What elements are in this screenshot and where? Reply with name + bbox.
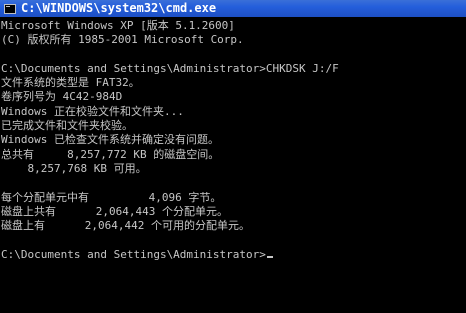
title-bar[interactable]: C:\WINDOWS\system32\cmd.exe — [0, 0, 466, 17]
console-line: 磁盘上共有 2,064,443 个分配单元。 — [1, 204, 228, 218]
console-line: 已完成文件和文件夹校验。 — [1, 119, 133, 133]
console-icon — [4, 3, 16, 14]
console-line: Windows 已检查文件系统并确定没有问题。 — [1, 133, 219, 147]
console-line: Microsoft Windows XP [版本 5.1.2600] — [1, 19, 235, 32]
console-line: 磁盘上有 2,064,442 个可用的分配单元。 — [1, 219, 250, 233]
console-line: 卷序列号为 4C42-984D — [1, 90, 123, 104]
console-line: 文件系统的类型是 FAT32。 — [1, 76, 140, 90]
text-cursor — [266, 255, 273, 258]
window-title: C:\WINDOWS\system32\cmd.exe — [21, 1, 217, 15]
console-line: Windows 正在校验文件和文件夹... — [1, 104, 184, 118]
console-line: (C) 版权所有 1985-2001 Microsoft Corp. — [1, 33, 244, 47]
console-line: 总共有 8,257,772 KB 的磁盘空间。 — [1, 147, 220, 161]
console-line: 8,257,768 KB 可用。 — [1, 161, 147, 175]
console-line: 每个分配单元中有 4,096 字节。 — [1, 190, 222, 204]
console-output[interactable]: Microsoft Windows XP [版本 5.1.2600] (C) 版… — [0, 19, 466, 313]
command-prompt-line[interactable]: C:\Documents and Settings\Administrator> — [1, 248, 466, 262]
command-prompt: C:\Documents and Settings\Administrator> — [1, 247, 266, 261]
cmd-window: C:\WINDOWS\system32\cmd.exe Microsoft Wi… — [0, 0, 466, 313]
console-line: C:\Documents and Settings\Administrator>… — [1, 61, 339, 75]
